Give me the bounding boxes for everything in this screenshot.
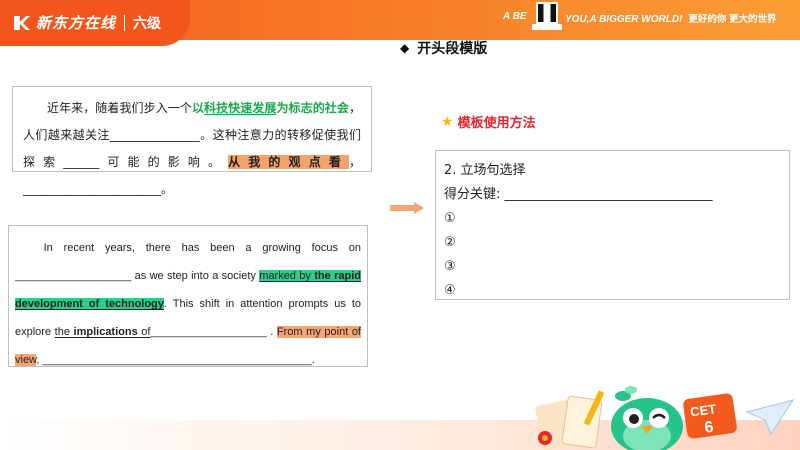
star-icon: ★ bbox=[441, 113, 454, 130]
english-template-text: In recent years, there has been a growin… bbox=[15, 242, 361, 366]
brand-logo: 新东方在线 六级 bbox=[12, 12, 161, 33]
list-item: ② bbox=[444, 235, 456, 250]
blank: ___________________ bbox=[150, 326, 267, 338]
diamond-bullet-icon: ◆ bbox=[400, 41, 410, 55]
blank: _______________________ bbox=[23, 182, 161, 196]
slogan-right: YOU,A BIGGER WORLD! 更好的你 更大的世界 bbox=[565, 11, 777, 25]
koo-logo-icon bbox=[14, 15, 30, 30]
list-item: ③ bbox=[444, 259, 456, 274]
blank: _______________ bbox=[109, 128, 200, 142]
qr-code bbox=[536, 2, 558, 24]
brand-name: 新东方在线 bbox=[36, 14, 117, 32]
right-arrow-icon bbox=[390, 202, 424, 214]
parrot-mascot-icon: CET 6 bbox=[535, 386, 795, 450]
faded-label bbox=[358, 206, 386, 218]
header-brand-area: 新东方在线 六级 bbox=[0, 0, 190, 46]
blank: ________________________________________… bbox=[42, 354, 312, 366]
method-heading-text: 模板使用方法 bbox=[457, 116, 536, 131]
stance-box: 2. 立场句选择 得分关键: _________________________… bbox=[435, 150, 790, 300]
qr-label bbox=[532, 24, 562, 30]
score-key-line: 得分关键: ________________________________ bbox=[444, 187, 713, 202]
header-bar: 新东方在线 六级 A BE YOU,A BIGGER WORLD! 更好的你 更大… bbox=[0, 0, 800, 46]
viewpoint-phrase: 从我的观点看 bbox=[228, 155, 349, 169]
slogan-left: A BE bbox=[503, 11, 527, 22]
chinese-template-text: 近年来，随着我们步入一个以科技快速发展为标志的社会，人们越来越关注_______… bbox=[23, 101, 361, 196]
course-level: 六级 bbox=[133, 15, 162, 32]
list-item: ① bbox=[444, 211, 456, 226]
chinese-template-box: 近年来，随着我们步入一个以科技快速发展为标志的社会，人们越来越关注_______… bbox=[12, 86, 372, 196]
highlight-marked-by: marked by bbox=[259, 270, 315, 282]
blank: ___________________ bbox=[15, 270, 132, 282]
blank: ______ bbox=[63, 155, 100, 169]
brand-divider bbox=[124, 14, 126, 31]
stance-title: 2. 立场句选择 bbox=[444, 163, 526, 178]
english-template-box: In recent years, there has been a growin… bbox=[8, 225, 368, 367]
page-title-text: 开头段模版 bbox=[417, 41, 488, 57]
page-title: ◆ 开头段模版 bbox=[400, 38, 487, 58]
list-item: ④ bbox=[444, 283, 456, 298]
slogan-chinese: 更好的你 更大的世界 bbox=[688, 14, 777, 25]
blank: ________________________________ bbox=[504, 187, 713, 202]
method-heading: ★ 模板使用方法 bbox=[441, 112, 536, 132]
slogan-english: YOU,A BIGGER WORLD! bbox=[565, 14, 683, 25]
